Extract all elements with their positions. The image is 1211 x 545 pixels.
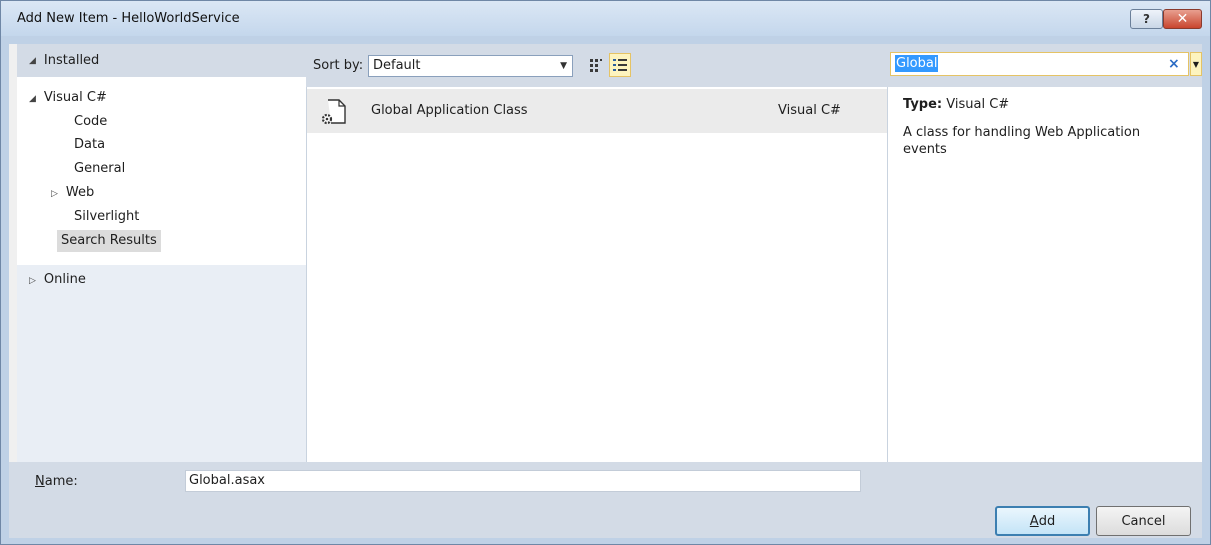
window-title: Add New Item - HelloWorldService bbox=[17, 11, 240, 26]
template-description: A class for handling Web Application eve… bbox=[903, 125, 1141, 157]
sort-toolbar: Sort by: Default ▼ bbox=[306, 44, 887, 87]
small-icons-view-icon bbox=[590, 59, 602, 72]
template-list: Global Application Class Visual C# bbox=[306, 87, 888, 462]
template-row-global-application-class[interactable]: Global Application Class Visual C# bbox=[307, 89, 888, 133]
name-accesskey: N bbox=[35, 474, 45, 489]
search-text: Global bbox=[895, 55, 939, 72]
collapse-triangle-icon: ◢ bbox=[29, 94, 36, 104]
dropdown-arrow-icon: ▼ bbox=[560, 61, 567, 71]
tree-item-web[interactable]: ▷ Web bbox=[51, 182, 94, 204]
details-view-button[interactable] bbox=[609, 53, 631, 77]
name-label-rest: ame: bbox=[44, 474, 78, 489]
clear-search-icon[interactable]: × bbox=[1168, 53, 1180, 75]
expand-triangle-icon: ▷ bbox=[29, 276, 36, 286]
name-field[interactable]: Global.asax bbox=[185, 470, 861, 492]
add-accesskey: A bbox=[1029, 513, 1039, 529]
collapse-triangle-icon: ◢ bbox=[29, 55, 36, 66]
title-bar: Add New Item - HelloWorldService ? ✕ bbox=[1, 1, 1210, 36]
add-new-item-dialog: Add New Item - HelloWorldService ? ✕ ◢ I… bbox=[0, 0, 1211, 545]
tree-item-code[interactable]: Code bbox=[74, 111, 107, 133]
installed-header[interactable]: ◢ Installed bbox=[17, 44, 306, 77]
installed-label: Installed bbox=[43, 53, 100, 68]
template-details-panel: Type: Visual C# A class for handling Web… bbox=[887, 87, 1202, 462]
type-label: Type: bbox=[903, 97, 943, 112]
search-area: Global × ▼ bbox=[887, 44, 1202, 87]
template-language: Visual C# bbox=[778, 103, 841, 118]
dialog-footer: Name: Global.asax Add Cancel bbox=[9, 462, 1202, 538]
tree-item-label: Web bbox=[65, 185, 95, 200]
online-section: ▷ Online bbox=[17, 265, 306, 462]
tree-item-label: Visual C# bbox=[43, 90, 107, 105]
help-button[interactable]: ? bbox=[1130, 9, 1163, 29]
dropdown-arrow-icon: ▼ bbox=[1192, 59, 1200, 69]
tree-item-visual-csharp[interactable]: ◢ Visual C# bbox=[29, 87, 107, 109]
template-name: Global Application Class bbox=[371, 103, 528, 118]
tree-item-search-results[interactable]: Search Results bbox=[57, 230, 161, 252]
tree-item-data[interactable]: Data bbox=[74, 134, 105, 156]
cancel-button[interactable]: Cancel bbox=[1096, 506, 1191, 536]
small-icons-view-button[interactable] bbox=[585, 53, 607, 77]
dialog-client-area: ◢ Installed ◢ Visual C# Code Data General… bbox=[9, 44, 1202, 538]
web-config-gear-icon bbox=[321, 99, 346, 125]
tree-item-general[interactable]: General bbox=[74, 158, 125, 180]
type-value: Visual C# bbox=[946, 97, 1010, 112]
search-installed-templates-input[interactable]: Global × bbox=[890, 52, 1189, 76]
search-dropdown-button[interactable]: ▼ bbox=[1190, 52, 1202, 76]
expand-triangle-icon: ▷ bbox=[51, 189, 58, 199]
close-button[interactable]: ✕ bbox=[1163, 9, 1202, 29]
tree-item-online[interactable]: ▷ Online bbox=[29, 269, 86, 291]
detail-type: Type: Visual C# bbox=[903, 97, 1009, 112]
name-label: Name: bbox=[35, 474, 78, 489]
sort-by-dropdown[interactable]: Default ▼ bbox=[368, 55, 573, 77]
list-view-icon bbox=[613, 59, 627, 71]
tree-item-label: Online bbox=[43, 272, 86, 287]
category-tree: ◢ Visual C# Code Data General ▷ Web Silver… bbox=[17, 77, 306, 265]
sort-by-label: Sort by: bbox=[313, 58, 364, 73]
sort-by-value: Default bbox=[373, 58, 421, 73]
template-category-panel: ◢ Installed ◢ Visual C# Code Data General… bbox=[17, 44, 306, 462]
add-label-rest: dd bbox=[1038, 513, 1056, 529]
tree-item-silverlight[interactable]: Silverlight bbox=[74, 206, 139, 228]
add-button[interactable]: Add bbox=[995, 506, 1090, 536]
